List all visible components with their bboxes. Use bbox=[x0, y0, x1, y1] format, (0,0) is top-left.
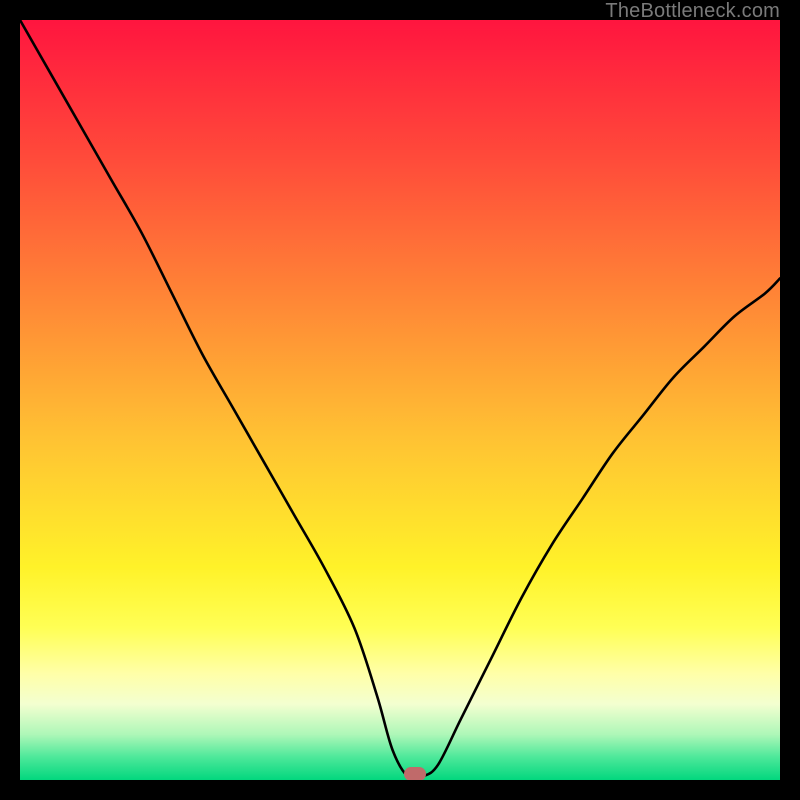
bottleneck-curve bbox=[20, 20, 780, 780]
plot-area bbox=[20, 20, 780, 780]
optimum-marker bbox=[404, 767, 426, 780]
chart-frame: TheBottleneck.com bbox=[0, 0, 800, 800]
watermark-text: TheBottleneck.com bbox=[605, 0, 780, 23]
